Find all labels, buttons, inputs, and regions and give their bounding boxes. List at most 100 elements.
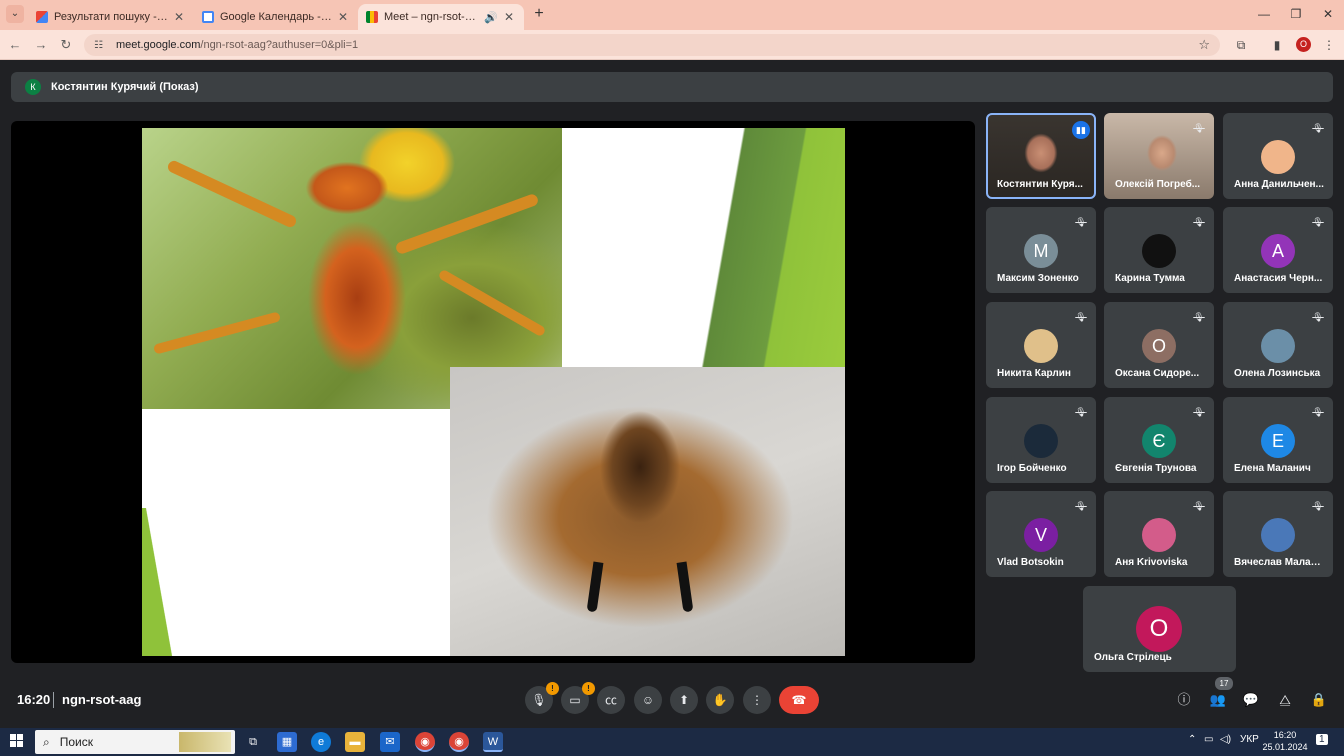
site-info-icon[interactable]: ☷ <box>94 40 108 51</box>
search-placeholder: Поиск <box>59 735 93 749</box>
participant-tile[interactable]: 🎙 Карина Тумма <box>1104 207 1214 293</box>
mic-muted-icon: 🎙 <box>1193 123 1205 133</box>
emoji-icon: ☺ <box>641 693 655 707</box>
word-icon[interactable]: W <box>483 732 503 752</box>
volume-icon[interactable]: ◁) <box>1220 734 1231 745</box>
spider-photo-tarantula <box>450 367 845 656</box>
participant-tile[interactable]: О Ольга Стрілець <box>1083 586 1236 672</box>
participant-tile[interactable]: Є 🎙 Євгенія Трунова <box>1104 397 1214 483</box>
participant-tile[interactable]: 🎙 Аня Krivoviska <box>1104 491 1214 577</box>
microphone-button[interactable]: 🎙 ! <box>525 682 559 714</box>
participant-tile[interactable]: M 🎙 Максим Зоненко <box>986 207 1096 293</box>
file-explorer-icon[interactable]: ▬ <box>345 732 365 752</box>
participant-name: Олена Лозинська <box>1234 368 1321 379</box>
system-clock[interactable]: 16:20 25.01.2024 <box>1262 729 1308 753</box>
participant-tile[interactable]: V 🎙 Vlad Botsokin <box>986 491 1096 577</box>
participant-avatar: О <box>1142 329 1176 363</box>
notifications-icon[interactable]: 1 <box>1316 734 1328 745</box>
participant-avatar <box>1261 329 1295 363</box>
meeting-code: ngn-rsot-aag <box>62 692 142 707</box>
language-indicator[interactable]: УКР <box>1240 734 1259 745</box>
back-icon[interactable]: ← <box>6 36 24 54</box>
tab-gmail[interactable]: Результати пошуку - olhastrile ✕ <box>28 4 194 30</box>
participant-tile[interactable]: A 🎙 Анастасия Черн... <box>1223 207 1333 293</box>
close-tab-icon[interactable]: ✕ <box>172 10 186 24</box>
present-button[interactable]: ⬆ <box>670 686 698 714</box>
participant-name: Анна Данильчен... <box>1234 179 1324 190</box>
tab-search-dropdown[interactable]: ⌄ <box>6 5 24 23</box>
mail-icon[interactable]: ✉ <box>380 732 400 752</box>
reactions-button[interactable]: ☺ <box>634 686 662 714</box>
participant-avatar <box>1142 234 1176 268</box>
tab-meet[interactable]: Meet – ngn-rsot-aag 🔊 ✕ <box>358 4 524 30</box>
participant-name: Оксана Сидоре... <box>1115 368 1200 379</box>
raise-hand-button[interactable]: ✋ <box>706 686 734 714</box>
participant-name: Елена Маланич <box>1234 463 1311 474</box>
mic-muted-icon: 🎙 <box>1193 312 1205 322</box>
menu-icon[interactable]: ⋮ <box>1320 36 1338 54</box>
participant-tile[interactable]: 🎙 Олексій Погреб... <box>1104 113 1214 199</box>
participant-tile[interactable]: 🎙 Анна Данильчен... <box>1223 113 1333 199</box>
shared-slide <box>142 128 845 656</box>
url-host: meet.google.com <box>116 39 201 51</box>
activities-icon[interactable]: ⧋ <box>1275 690 1295 710</box>
participant-tile[interactable]: О 🎙 Оксана Сидоре... <box>1104 302 1214 388</box>
reload-icon[interactable]: ↻ <box>57 36 75 54</box>
mic-muted-icon: 🎙 <box>1312 217 1324 227</box>
participant-name: Ольга Стрілець <box>1094 652 1172 663</box>
audio-playing-icon[interactable]: 🔊 <box>484 11 498 24</box>
network-icon[interactable]: ▭ <box>1204 734 1213 745</box>
edge-icon[interactable]: e <box>311 732 331 752</box>
windows-start-icon[interactable] <box>10 734 24 748</box>
side-panel-icon[interactable]: ▮ <box>1268 36 1286 54</box>
tray-chevron-icon[interactable]: ⌃ <box>1188 734 1196 745</box>
close-tab-icon[interactable]: ✕ <box>502 10 516 24</box>
profile-avatar[interactable]: O <box>1296 37 1311 52</box>
url-input[interactable]: ☷ meet.google.com/ngn-rsot-aag?authuser=… <box>84 34 1220 56</box>
participant-avatar: M <box>1024 234 1058 268</box>
minimize-icon[interactable]: — <box>1248 3 1280 25</box>
participant-tile[interactable]: ▮▮ Костянтин Куря... <box>986 113 1096 199</box>
presentation-stage[interactable] <box>11 121 975 663</box>
forward-icon[interactable]: → <box>32 36 50 54</box>
participant-tile[interactable]: 🎙 Ігор Бойченко <box>986 397 1096 483</box>
warning-badge: ! <box>546 682 559 695</box>
mic-muted-icon: 🎙 <box>1193 407 1205 417</box>
chrome-profile-icon[interactable]: ◉ <box>449 732 469 752</box>
search-highlight-image <box>179 732 231 752</box>
tab-calendar[interactable]: Google Календарь - сентябрь ✕ <box>194 4 358 30</box>
bookmark-star-icon[interactable]: ☆ <box>1198 37 1210 53</box>
participant-tile[interactable]: 🎙 Никита Карлин <box>986 302 1096 388</box>
captions-button[interactable]: ㏄ <box>597 686 625 714</box>
camera-button[interactable]: ▭ ! <box>561 682 595 714</box>
tab-title: Google Календарь - сентябрь <box>220 11 332 23</box>
tab-title: Meet – ngn-rsot-aag <box>384 11 481 23</box>
people-icon[interactable]: 👥 <box>1208 690 1228 710</box>
notification-count: 1 <box>1319 734 1325 745</box>
participant-tile[interactable]: 🎙 Олена Лозинська <box>1223 302 1333 388</box>
slide-green-decoration <box>682 128 845 367</box>
extensions-icon[interactable]: ⧉ <box>1232 36 1250 54</box>
taskbar-search[interactable]: ⌕ Поиск <box>35 730 235 754</box>
close-window-icon[interactable]: ✕ <box>1312 3 1344 25</box>
host-controls-icon[interactable]: 🔒 <box>1309 690 1329 710</box>
calendar-icon <box>202 11 214 23</box>
task-view-icon[interactable]: ⧉ <box>243 732 263 752</box>
participant-tile[interactable]: 🎙 Вячеслав Малан... <box>1223 491 1333 577</box>
more-options-button[interactable]: ⋮ <box>743 686 771 714</box>
speaking-indicator-icon: ▮▮ <box>1072 121 1090 139</box>
meeting-details-icon[interactable]: ⓘ <box>1174 690 1194 710</box>
chat-icon[interactable]: 💬 <box>1241 690 1261 710</box>
mic-muted-icon: 🎙 <box>1312 312 1324 322</box>
leave-call-button[interactable]: ☎ <box>779 686 819 714</box>
gmail-icon <box>36 11 48 23</box>
participant-avatar <box>1024 329 1058 363</box>
more-vert-icon: ⋮ <box>751 693 763 707</box>
chrome-icon[interactable]: ◉ <box>415 732 435 752</box>
mic-muted-icon: 🎙 <box>1193 501 1205 511</box>
close-tab-icon[interactable]: ✕ <box>336 10 350 24</box>
maximize-icon[interactable]: ❐ <box>1280 3 1312 25</box>
new-tab-button[interactable]: + <box>530 5 548 23</box>
participant-tile[interactable]: Е 🎙 Елена Маланич <box>1223 397 1333 483</box>
store-icon[interactable]: ▦ <box>277 732 297 752</box>
